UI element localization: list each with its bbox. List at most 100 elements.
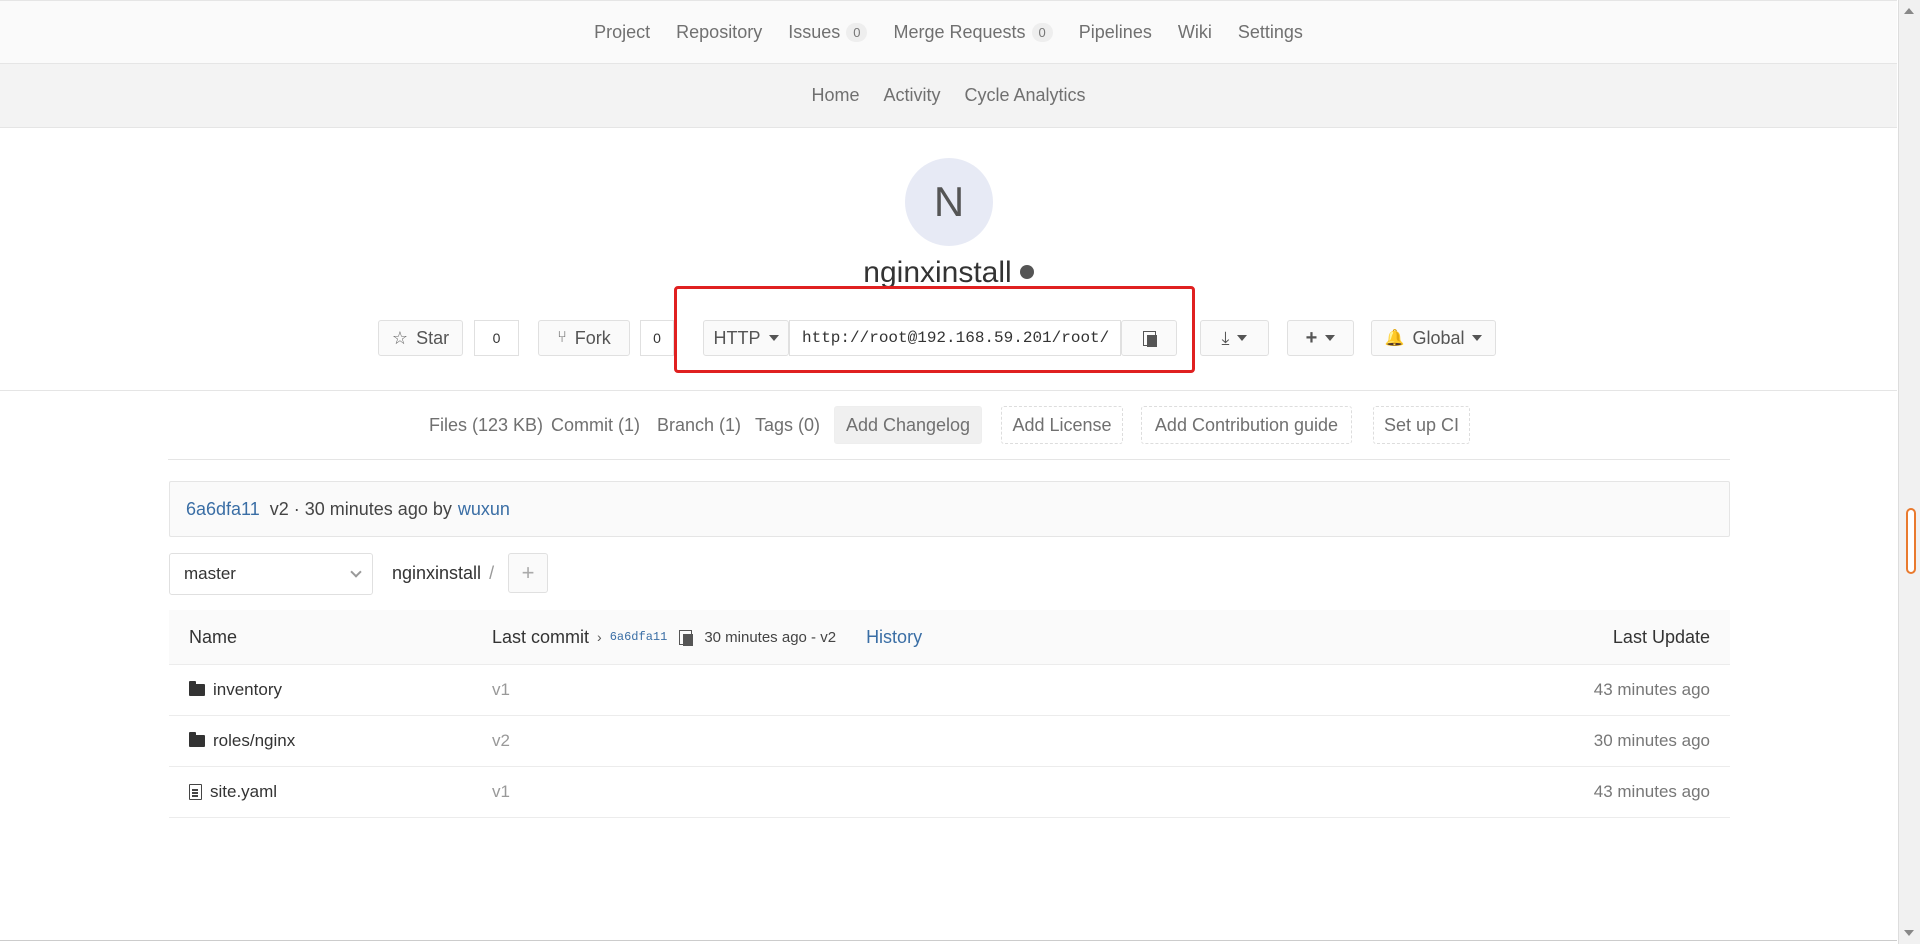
add-contribution-guide-button[interactable]: Add Contribution guide xyxy=(1141,406,1352,444)
file-last-update: 43 minutes ago xyxy=(1593,782,1710,801)
top-nav: Project Repository Issues 0 Merge Request… xyxy=(0,0,1897,64)
star-count[interactable]: 0 xyxy=(474,320,519,356)
file-name-cell[interactable]: roles/nginx xyxy=(189,716,295,766)
nav-repository-label: Repository xyxy=(676,21,763,42)
nav-project-label: Project xyxy=(594,21,651,42)
file-name: roles/nginx xyxy=(213,731,296,750)
files-stat-link[interactable]: Files (123 KB) xyxy=(429,406,543,444)
page-scrollbar[interactable] xyxy=(1898,0,1920,944)
nav-merge-requests-label: Merge Requests xyxy=(893,21,1026,42)
table-header-row: Name Last commit › 6a6dfa11 30 minutes a… xyxy=(169,610,1730,665)
subnav-activity[interactable]: Activity xyxy=(883,85,940,106)
commit-sha-link[interactable]: 6a6dfa11 xyxy=(186,499,260,520)
breadcrumb-separator: / xyxy=(489,563,495,583)
commits-stat-link[interactable]: Commit (1) xyxy=(551,406,640,444)
globe-icon xyxy=(1019,265,1034,280)
header-commit-sha-link[interactable]: 6a6dfa11 xyxy=(610,630,668,644)
project-stats-bar: Files (123 KB) Commit (1) Branch (1) Tag… xyxy=(168,406,1730,460)
chevron-right-icon: › xyxy=(597,629,602,645)
fork-label: Fork xyxy=(574,327,611,348)
download-dropdown[interactable]: ⤓ xyxy=(1200,320,1269,356)
add-to-tree-button[interactable]: + xyxy=(508,553,548,593)
annotation-highlight-box xyxy=(674,286,1195,373)
nav-wiki[interactable]: Wiki xyxy=(1178,22,1212,43)
subnav-home[interactable]: Home xyxy=(811,85,859,106)
table-row[interactable]: site.yaml v1 43 minutes ago xyxy=(169,767,1730,818)
project-title-row: nginxinstall xyxy=(0,256,1897,290)
file-name: inventory xyxy=(213,680,282,699)
notification-dropdown[interactable]: 🔔 Global xyxy=(1371,320,1496,356)
chevron-down-icon xyxy=(1325,335,1336,341)
bottom-divider xyxy=(0,940,1897,941)
branch-select-value: master xyxy=(184,564,236,583)
fork-icon: ⑂ xyxy=(557,329,567,346)
scroll-down-arrow-icon[interactable] xyxy=(1904,930,1914,936)
bell-icon: 🔔 xyxy=(1384,330,1405,347)
history-link[interactable]: History xyxy=(866,627,922,648)
new-item-dropdown[interactable]: + xyxy=(1287,320,1354,356)
clipboard-icon[interactable] xyxy=(679,629,694,646)
section-divider xyxy=(0,390,1897,391)
star-icon: ☆ xyxy=(391,327,409,348)
table-row[interactable]: inventory v1 43 minutes ago xyxy=(169,665,1730,716)
file-name-cell[interactable]: site.yaml xyxy=(189,767,277,817)
project-name: nginxinstall xyxy=(863,256,1012,289)
last-commit-header: Last commit › 6a6dfa11 30 minutes ago - … xyxy=(492,610,922,664)
nav-wiki-label: Wiki xyxy=(1177,21,1212,42)
file-commit-message[interactable]: v2 xyxy=(492,716,510,766)
setup-ci-button[interactable]: Set up CI xyxy=(1373,406,1470,444)
scroll-up-arrow-icon[interactable] xyxy=(1904,8,1914,14)
file-name-cell[interactable]: inventory xyxy=(189,665,282,715)
nav-settings[interactable]: Settings xyxy=(1238,22,1303,43)
nav-project[interactable]: Project xyxy=(594,22,650,43)
sub-nav: Home Activity Cycle Analytics xyxy=(0,64,1897,128)
last-commit-bar: 6a6dfa11 v2 · 30 minutes ago by wuxun xyxy=(169,481,1730,537)
file-last-update: 43 minutes ago xyxy=(1593,680,1710,699)
star-button[interactable]: ☆ Star xyxy=(378,320,463,356)
branches-stat-link[interactable]: Branch (1) xyxy=(657,406,741,444)
nav-pipelines-label: Pipelines xyxy=(1078,21,1152,42)
issues-count-badge: 0 xyxy=(846,22,868,42)
table-row[interactable]: roles/nginx v2 30 minutes ago xyxy=(169,716,1730,767)
breadcrumb: nginxinstall / xyxy=(392,563,494,584)
add-changelog-button[interactable]: Add Changelog xyxy=(834,406,982,444)
commit-author-link[interactable]: wuxun xyxy=(458,499,510,520)
file-last-update: 30 minutes ago xyxy=(1593,731,1710,750)
commit-summary: v2 · 30 minutes ago by xyxy=(269,498,452,519)
file-name: site.yaml xyxy=(210,782,278,801)
file-commit-message[interactable]: v1 xyxy=(492,767,510,817)
nav-settings-label: Settings xyxy=(1237,21,1303,42)
fork-count[interactable]: 0 xyxy=(640,320,674,356)
star-label: Star xyxy=(416,327,450,348)
name-column-header: Name xyxy=(189,626,238,647)
nav-merge-requests[interactable]: Merge Requests 0 xyxy=(893,21,1053,43)
nav-issues-label: Issues xyxy=(788,21,841,42)
tags-stat-link[interactable]: Tags (0) xyxy=(755,406,820,444)
fork-button[interactable]: ⑂ Fork xyxy=(538,320,630,356)
nav-issues[interactable]: Issues 0 xyxy=(788,21,868,43)
chevron-down-icon xyxy=(350,566,362,578)
folder-icon xyxy=(189,732,205,747)
folder-icon xyxy=(189,681,205,696)
file-text-icon xyxy=(189,784,202,800)
file-tree-table: Name Last commit › 6a6dfa11 30 minutes a… xyxy=(169,610,1730,818)
merge-requests-count-badge: 0 xyxy=(1031,22,1053,42)
nav-pipelines[interactable]: Pipelines xyxy=(1079,22,1152,43)
chevron-down-icon xyxy=(1237,335,1248,341)
add-license-button[interactable]: Add License xyxy=(1001,406,1123,444)
last-update-column-header: Last Update xyxy=(1612,626,1710,647)
scrollbar-thumb[interactable] xyxy=(1906,508,1916,574)
last-commit-label: Last commit xyxy=(492,626,590,647)
file-commit-message[interactable]: v1 xyxy=(492,665,510,715)
plus-icon: + xyxy=(521,560,535,585)
plus-icon: + xyxy=(1305,326,1318,349)
branch-select[interactable]: master xyxy=(169,553,373,595)
download-icon: ⤓ xyxy=(1221,327,1230,348)
project-avatar: N xyxy=(905,158,993,246)
chevron-down-icon xyxy=(1472,335,1483,341)
notification-label: Global xyxy=(1412,327,1465,348)
subnav-cycle-analytics[interactable]: Cycle Analytics xyxy=(964,85,1085,106)
header-commit-meta: 30 minutes ago - v2 xyxy=(704,628,837,646)
breadcrumb-root-link[interactable]: nginxinstall xyxy=(392,563,481,583)
nav-repository[interactable]: Repository xyxy=(676,22,762,43)
